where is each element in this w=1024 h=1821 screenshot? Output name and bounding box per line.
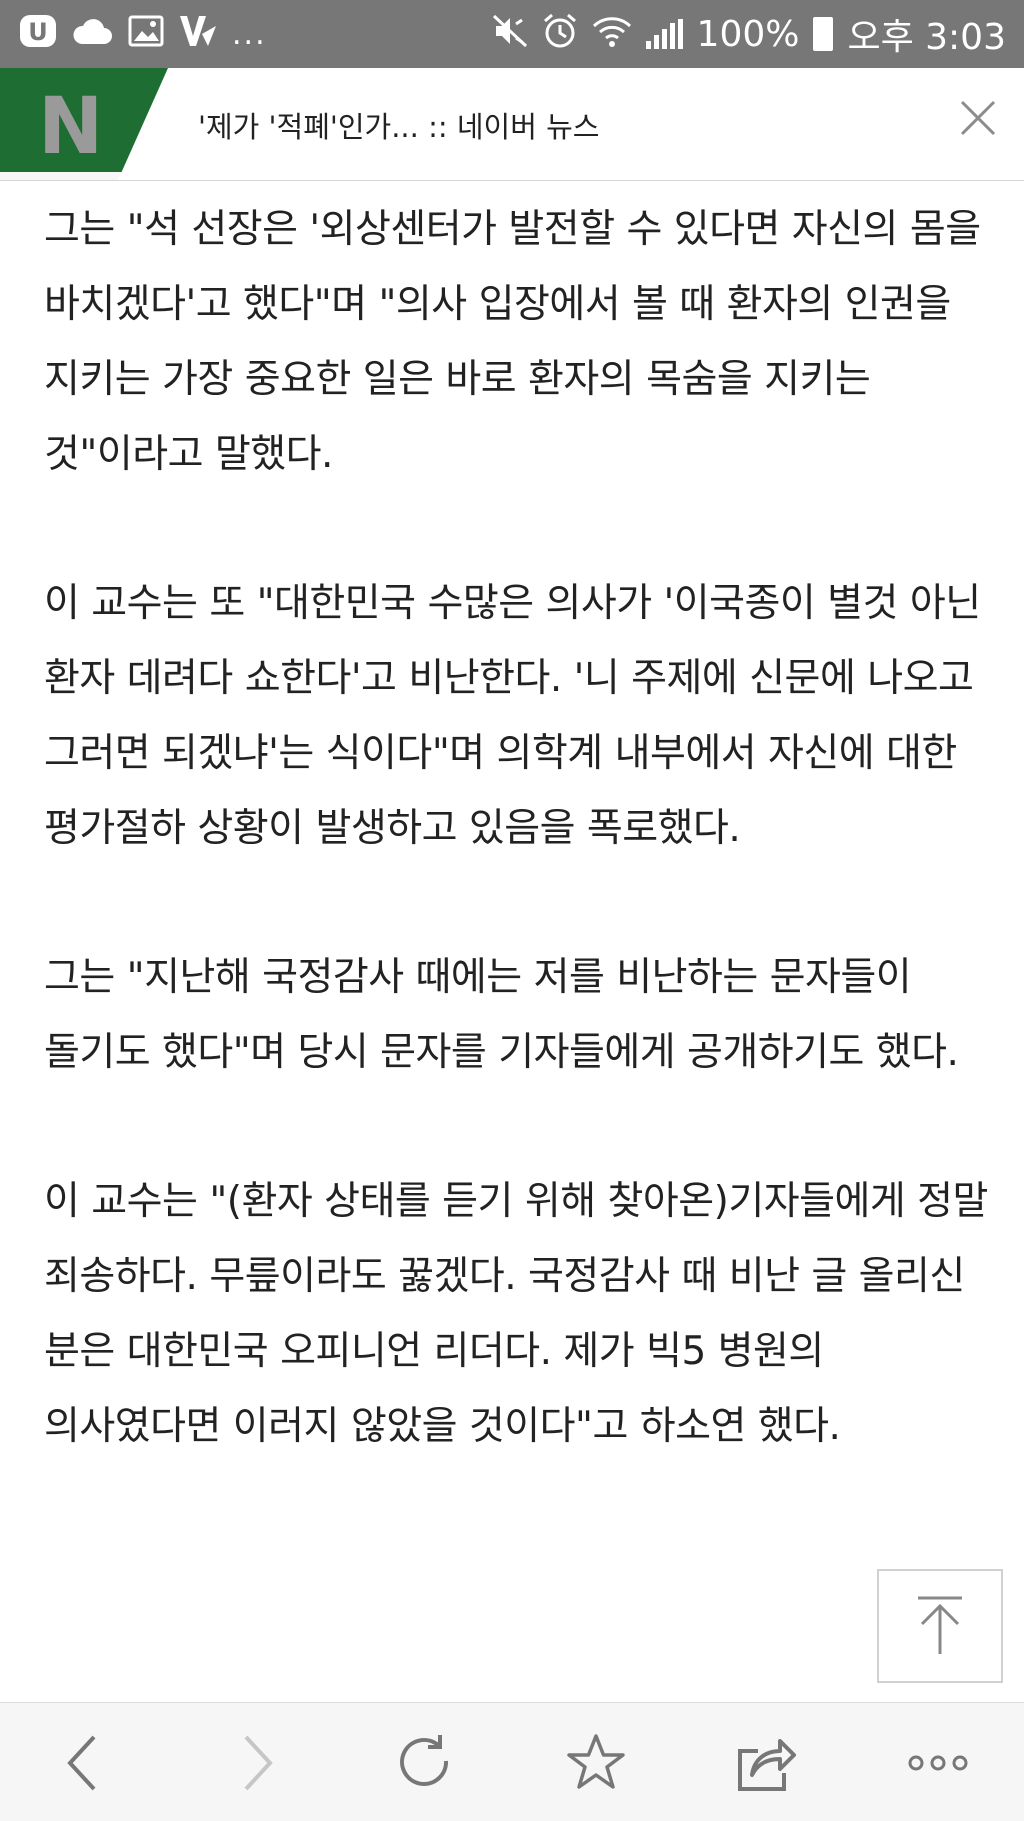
browser-header: N '제가 '적폐'인가... :: 네이버 뉴스 xyxy=(0,68,1024,181)
back-icon xyxy=(67,1735,96,1791)
mute-icon xyxy=(492,14,528,54)
status-bar-left: U ... xyxy=(18,13,267,55)
battery-percent: 100% xyxy=(696,13,800,55)
article-body: 그는 "석 선장은 '외상센터가 발전할 수 있다면 자신의 몸을 바치겠다'고… xyxy=(44,192,994,1538)
share-icon xyxy=(738,1739,796,1791)
refresh-button[interactable] xyxy=(386,1723,466,1803)
bottom-navigation xyxy=(0,1702,1024,1821)
article-paragraph: 이 교수는 또 "대한민국 수많은 의사가 '이국종이 별것 아닌 환자 데려다… xyxy=(44,581,981,851)
forward-icon xyxy=(244,1735,273,1791)
more-button[interactable] xyxy=(898,1723,978,1803)
signal-icon xyxy=(645,19,683,49)
status-bar-right: 100% 오후 3:03 xyxy=(492,8,1006,60)
article-paragraph: 이 교수는 "(환자 상태를 듣기 위해 찾아온)기자들에게 정말 죄송하다. … xyxy=(44,1179,988,1449)
image-icon xyxy=(128,15,164,53)
tab-title[interactable]: '제가 '적폐'인가... :: 네이버 뉴스 xyxy=(198,104,599,146)
u-plus-icon: U xyxy=(18,13,58,55)
bookmark-star-icon xyxy=(567,1734,625,1789)
naver-logo-letter: N xyxy=(38,82,104,172)
alarm-icon xyxy=(542,13,578,55)
share-button[interactable] xyxy=(726,1723,806,1803)
svg-text:U: U xyxy=(28,18,48,46)
article-paragraph: 그는 "석 선장은 '외상센터가 발전할 수 있다면 자신의 몸을 바치겠다'고… xyxy=(44,207,981,477)
scroll-to-top-button[interactable] xyxy=(877,1569,1003,1683)
cloud-icon xyxy=(72,16,114,52)
battery-icon xyxy=(813,17,834,51)
arrow-up-icon xyxy=(918,1596,962,1654)
back-button[interactable] xyxy=(42,1723,122,1803)
more-notifications: ... xyxy=(232,16,267,52)
wifi-icon xyxy=(592,14,632,54)
forward-button[interactable] xyxy=(218,1723,298,1803)
clock: 오후 3:03 xyxy=(847,17,1006,58)
bookmark-button[interactable] xyxy=(556,1723,636,1803)
more-icon xyxy=(908,1755,968,1771)
status-bar: U ... 100% 오후 3:03 xyxy=(0,0,1024,68)
v-app-icon xyxy=(178,14,218,54)
refresh-icon xyxy=(400,1735,449,1786)
close-icon[interactable] xyxy=(958,98,998,138)
article-paragraph: 그는 "지난해 국정감사 때에는 저를 비난하는 문자들이 돌기도 했다"며 당… xyxy=(44,955,959,1075)
